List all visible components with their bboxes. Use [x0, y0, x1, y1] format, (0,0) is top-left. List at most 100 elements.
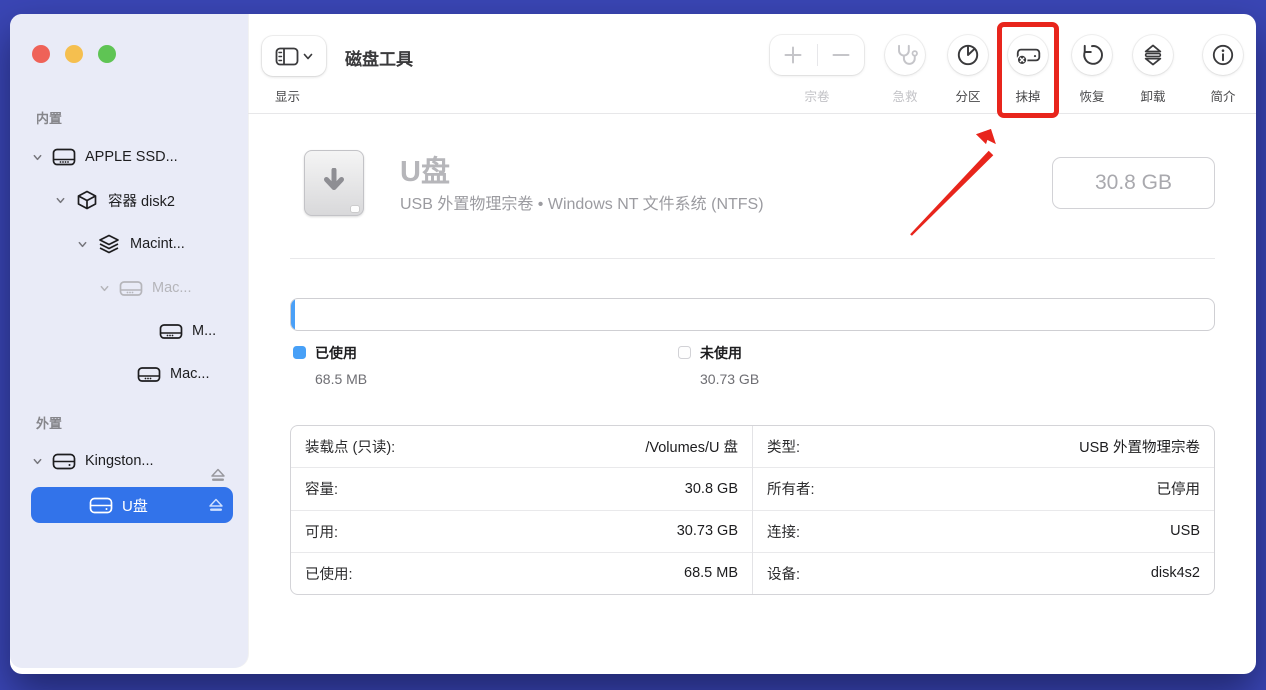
used-value: 68.5 MB — [315, 371, 367, 387]
sidebar-section-external: 外置 — [36, 413, 62, 432]
external-drive-icon — [51, 450, 77, 472]
plus-icon — [782, 44, 804, 66]
unmount-button[interactable] — [1133, 35, 1173, 75]
sidebar-item-macintosh[interactable]: Macint... — [77, 229, 185, 259]
row-label: 类型: — [767, 436, 800, 457]
row-value: 68.5 MB — [684, 565, 738, 581]
restore-button[interactable] — [1072, 35, 1112, 75]
free-value: 30.73 GB — [700, 371, 759, 387]
usage-bar — [290, 298, 1215, 331]
sidebar-item-label: Macint... — [130, 236, 185, 252]
remove-volume-button[interactable] — [818, 44, 865, 66]
sidebar-item-label: APPLE SSD... — [85, 149, 178, 165]
sidebar-item-kingston[interactable]: Kingston... — [32, 446, 154, 476]
drive-icon — [158, 320, 184, 342]
chevron-down-icon — [303, 53, 313, 60]
table-row: 可用: 30.73 GB — [291, 510, 752, 552]
row-label: 容量: — [305, 478, 338, 499]
table-row: 类型: USB 外置物理宗卷 — [753, 426, 1214, 467]
eject-button[interactable] — [208, 498, 224, 513]
pie-chart-icon — [955, 42, 981, 68]
size-badge: 30.8 GB — [1052, 157, 1215, 209]
row-value: 30.8 GB — [685, 481, 738, 497]
container-icon — [74, 189, 100, 211]
sidebar: 内置 APPLE SSD... 容器 disk2 — [10, 14, 248, 668]
sidebar-toggle-icon — [275, 47, 299, 66]
usage-used-segment — [291, 299, 295, 330]
table-row: 已使用: 68.5 MB — [291, 552, 752, 594]
toolbar-separator — [248, 113, 1256, 114]
row-value: disk4s2 — [1151, 565, 1200, 581]
sidebar-item-label: U盘 — [122, 495, 148, 516]
zoom-button[interactable] — [98, 45, 116, 63]
chevron-down-icon[interactable] — [32, 456, 43, 467]
annotation-highlight-box — [997, 22, 1059, 118]
sidebar-item-label: 容器 disk2 — [108, 190, 175, 211]
drive-icon — [118, 277, 144, 299]
sidebar-item-container-disk2[interactable]: 容器 disk2 — [55, 185, 175, 215]
details-table: 装载点 (只读): /Volumes/U 盘 容量: 30.8 GB 可用: 3… — [290, 425, 1215, 595]
show-label: 显示 — [260, 86, 330, 105]
info-button[interactable] — [1203, 35, 1243, 75]
sidebar-item-usb-selected[interactable]: U盘 — [31, 487, 233, 523]
partition-button[interactable] — [948, 35, 988, 75]
first-aid-label: 急救 — [870, 86, 940, 105]
sidebar-item-mac[interactable]: Mac... — [136, 359, 209, 389]
first-aid-button[interactable] — [885, 35, 925, 75]
volume-group — [770, 35, 864, 75]
row-value: 已停用 — [1157, 478, 1201, 499]
page-title: 磁盘工具 — [345, 45, 413, 70]
row-label: 设备: — [767, 563, 800, 584]
volume-group-label: 宗卷 — [782, 86, 852, 105]
volume-subtitle: USB 外置物理宗卷 • Windows NT 文件系统 (NTFS) — [400, 190, 764, 214]
add-volume-button[interactable] — [770, 44, 817, 66]
row-label: 装载点 (只读): — [305, 436, 395, 457]
row-value: USB 外置物理宗卷 — [1079, 436, 1200, 457]
chevron-down-icon[interactable] — [99, 283, 110, 294]
row-label: 已使用: — [305, 563, 353, 584]
info-label: 简介 — [1188, 86, 1256, 105]
layers-icon — [96, 233, 122, 255]
sidebar-item-label: M... — [192, 323, 216, 339]
row-label: 可用: — [305, 521, 338, 542]
eject-button[interactable] — [210, 468, 226, 483]
sidebar-item-apple-ssd[interactable]: APPLE SSD... — [32, 142, 178, 172]
used-swatch — [293, 346, 306, 359]
external-drive-icon — [88, 494, 114, 516]
info-icon — [1210, 42, 1236, 68]
restore-label: 恢复 — [1057, 86, 1127, 105]
sidebar-item-label: Mac... — [170, 366, 209, 382]
unmount-icon — [1140, 42, 1166, 68]
sidebar-item-label: Kingston... — [85, 453, 154, 469]
chevron-down-icon[interactable] — [55, 195, 66, 206]
unmount-label: 卸载 — [1118, 86, 1188, 105]
disk-utility-window: 内置 APPLE SSD... 容器 disk2 — [10, 14, 1256, 674]
download-arrow-glyph — [321, 168, 347, 198]
volume-title: U盘 — [400, 148, 450, 190]
free-swatch — [678, 346, 691, 359]
minimize-button[interactable] — [65, 45, 83, 63]
drive-icon — [136, 363, 162, 385]
table-row: 连接: USB — [753, 510, 1214, 552]
row-value: /Volumes/U 盘 — [645, 436, 738, 457]
table-row: 所有者: 已停用 — [753, 467, 1214, 509]
sidebar-item-label: Mac... — [152, 280, 191, 296]
table-row: 容量: 30.8 GB — [291, 467, 752, 509]
used-label: 已使用 — [315, 343, 357, 363]
row-value: 30.73 GB — [677, 523, 738, 539]
free-label: 未使用 — [700, 343, 742, 363]
restore-icon — [1079, 42, 1105, 68]
row-label: 连接: — [767, 521, 800, 542]
sidebar-item-mac-dimmed[interactable]: Mac... — [99, 273, 191, 303]
chevron-down-icon[interactable] — [32, 152, 43, 163]
close-button[interactable] — [32, 45, 50, 63]
table-row: 设备: disk4s2 — [753, 552, 1214, 594]
sidebar-item-m[interactable]: M... — [158, 316, 216, 346]
row-label: 所有者: — [767, 478, 815, 499]
chevron-down-icon[interactable] — [77, 239, 88, 250]
show-sidebar-button[interactable] — [262, 36, 326, 76]
row-value: USB — [1170, 523, 1200, 539]
header-separator — [290, 258, 1215, 259]
sidebar-section-internal: 内置 — [36, 108, 62, 127]
table-row: 装载点 (只读): /Volumes/U 盘 — [291, 426, 752, 467]
